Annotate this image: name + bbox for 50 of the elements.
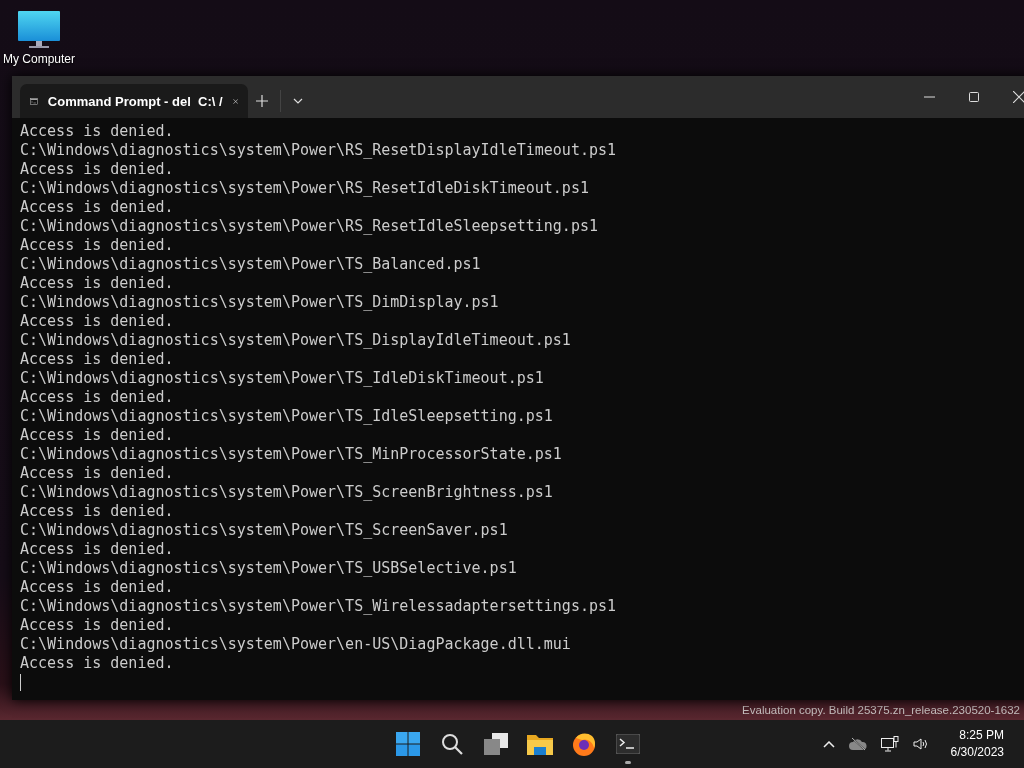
terminal-line: C:\Windows\diagnostics\system\Power\RS_ResetIdleSleepsetting.ps1 [20,217,598,236]
chevron-up-icon[interactable] [822,740,835,748]
maximize-icon[interactable] [969,92,979,102]
terminal-line: C:\Windows\diagnostics\system\Power\TS_MinProcessorState.ps1 [20,445,562,464]
task-view-icon[interactable] [484,733,508,755]
terminal-line: C:\Windows\diagnostics\system\Power\TS_IdleSleepsetting.ps1 [20,407,553,426]
terminal-line: Access is denied. [20,122,174,141]
terminal-line: Access is denied. [20,274,174,293]
cloud-icon[interactable] [848,737,867,751]
terminal-line: C:\Windows\diagnostics\system\Power\TS_Wirelessadaptersettings.ps1 [20,597,617,616]
terminal-line: Access is denied. [20,654,174,673]
terminal-line: Access is denied. [20,426,174,445]
build-watermark: Evaluation copy. Build 25375.zn_release.230520-1632 [742,704,1020,716]
terminal-line: C:\Windows\diagnostics\system\Power\RS_ResetDisplayIdleTimeout.ps1 [20,141,617,160]
terminal-line: Access is denied. [20,312,174,331]
search-icon[interactable] [441,733,463,755]
terminal-line: C:\Windows\diagnostics\system\Power\TS_Balanced.ps1 [20,255,481,274]
terminal-line: C:\Windows\diagnostics\system\Power\TS_ScreenBrightness.ps1 [20,483,553,502]
terminal-line: C:\Windows\diagnostics\system\Power\RS_ResetIdleDiskTimeout.ps1 [20,179,589,198]
terminal-line: Access is denied. [20,578,174,597]
terminal-line: Access is denied. [20,160,174,179]
terminal-line: Access is denied. [20,464,174,483]
clock-date[interactable]: 6/30/2023 [950,744,1004,761]
add-icon[interactable] [256,95,268,107]
terminal-line: C:\Windows\diagnostics\system\Power\TS_USBSelective.ps1 [20,559,517,578]
network-icon[interactable] [880,736,899,752]
dropdown-icon[interactable] [293,98,303,104]
terminal-line: C:\Windows\diagnostics\system\Power\TS_DisplayIdleTimeout.ps1 [20,331,571,350]
speaker-icon[interactable] [912,737,929,751]
terminal-line: Access is denied. [20,616,174,635]
text-cursor [20,674,21,691]
terminal-line: C:\Windows\diagnostics\system\Power\TS_DimDisplay.ps1 [20,293,499,312]
terminal-line: Access is denied. [20,236,174,255]
terminal-line: Access is denied. [20,350,174,369]
monitor-icon[interactable] [17,8,61,50]
terminal-icon[interactable] [616,734,640,754]
terminal-line: Access is denied. [20,502,174,521]
browser-icon[interactable] [572,732,596,756]
terminal-line: C:\Windows\diagnostics\system\Power\en-US\DiagPackage.dll.mui [20,635,571,654]
icon-label: My Computer [3,52,75,66]
terminal-line: Access is denied. [20,540,174,559]
terminal-line: C:\Windows\diagnostics\system\Power\TS_ScreenSaver.ps1 [20,521,508,540]
windows-logo-icon[interactable] [396,732,420,756]
terminal-line: C:\Windows\diagnostics\system\Power\TS_IdleDiskTimeout.ps1 [20,369,544,388]
clock-time[interactable]: 8:25 PM [959,727,1004,744]
tab[interactable]: Command Prompt - del C:\ / [20,84,248,118]
folder-icon[interactable] [527,733,553,755]
close-icon[interactable] [1013,91,1024,103]
terminal-line: Access is denied. [20,198,174,217]
terminal-line: Access is denied. [20,388,174,407]
